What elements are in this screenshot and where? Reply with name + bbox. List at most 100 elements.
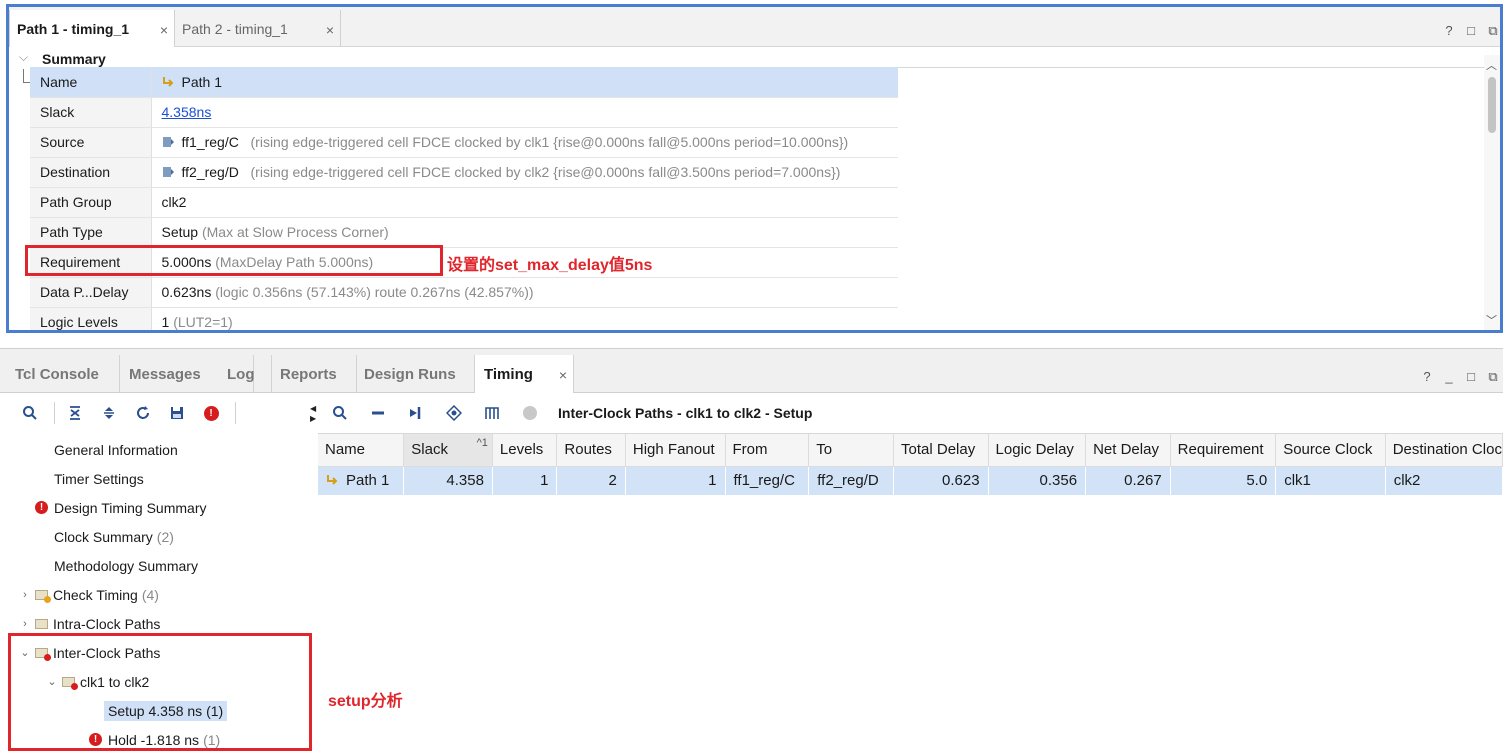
splitter-arrows-icon[interactable]: ◀ ▶ xyxy=(310,404,316,424)
summary-row-source[interactable]: Source ff1_reg/C (rising edge-triggered … xyxy=(30,127,898,158)
maximize-icon[interactable]: □ xyxy=(1464,369,1478,385)
cell-to: ff2_reg/D xyxy=(808,466,895,495)
col-from[interactable]: From xyxy=(725,434,810,467)
col-routes[interactable]: Routes xyxy=(556,434,626,467)
collapse-all-icon[interactable] xyxy=(61,399,89,427)
grid-title: Inter-Clock Paths - clk1 to clk2 - Setup xyxy=(558,405,813,421)
collapse-icon[interactable] xyxy=(364,399,392,427)
path-icon xyxy=(162,76,173,87)
tab-label: Path 1 - timing_1 xyxy=(17,20,130,37)
error-filter-icon[interactable]: ! xyxy=(197,399,225,427)
cell-slack: 4.358 xyxy=(403,466,493,495)
chevron-right-icon[interactable]: › xyxy=(18,589,32,601)
summary-row-destination[interactable]: Destination ff2_reg/D (rising edge-trigg… xyxy=(30,157,898,188)
summary-heading: Summary xyxy=(42,51,106,67)
save-icon[interactable] xyxy=(163,399,191,427)
chevron-right-icon[interactable]: › xyxy=(18,618,32,630)
summary-row-data-path-delay[interactable]: Data P...Delay 0.623ns (logic 0.356ns (5… xyxy=(30,277,898,308)
folder-icon xyxy=(62,676,78,690)
col-name[interactable]: Name xyxy=(318,434,405,467)
chevron-down-icon[interactable]: ⌄ xyxy=(45,675,59,688)
summary-key: Data P...Delay xyxy=(30,277,152,308)
close-icon[interactable]: × xyxy=(559,367,567,383)
chevron-down-icon[interactable]: ⌄ xyxy=(18,646,32,659)
col-slack[interactable]: Slack ^1 xyxy=(403,434,493,467)
summary-key: Name xyxy=(30,67,152,98)
scroll-thumb[interactable] xyxy=(1488,77,1496,133)
tab-timing[interactable]: Timing × xyxy=(474,355,574,393)
tab-path-1[interactable]: Path 1 - timing_1 × xyxy=(9,10,175,47)
schematic-icon[interactable] xyxy=(440,399,468,427)
tab-design-runs[interactable]: Design Runs xyxy=(355,355,475,393)
summary-row-path-group[interactable]: Path Group clk2 xyxy=(30,187,898,218)
summary-detail: (LUT2=1) xyxy=(173,314,233,330)
nav-general-information[interactable]: General Information xyxy=(10,435,310,464)
col-high-fanout[interactable]: High Fanout xyxy=(625,434,726,467)
summary-row-path-type[interactable]: Path Type Setup (Max at Slow Process Cor… xyxy=(30,217,898,248)
cell-net-delay: 0.267 xyxy=(1085,466,1171,495)
summary-value: clk2 xyxy=(161,194,187,210)
col-to[interactable]: To xyxy=(808,434,895,467)
scroll-up-icon[interactable]: ︿ xyxy=(1486,57,1497,73)
col-logic-delay[interactable]: Logic Delay xyxy=(988,434,1087,467)
help-icon[interactable]: ? xyxy=(1420,369,1434,385)
summary-key: Path Type xyxy=(30,217,152,248)
col-source-clock[interactable]: Source Clock xyxy=(1275,434,1386,467)
summary-row-slack[interactable]: Slack 4.358ns xyxy=(30,97,898,128)
search-icon[interactable] xyxy=(326,399,354,427)
float-icon[interactable]: ⧉ xyxy=(1486,369,1500,385)
scroll-down-icon[interactable]: ﹀ xyxy=(1486,312,1497,328)
summary-table: Name Path 1 Slack 4.358ns Source ff1_reg… xyxy=(30,67,898,330)
col-levels[interactable]: Levels xyxy=(492,434,558,467)
chevron-down-icon[interactable]: ⌵ xyxy=(19,50,28,65)
expand-all-icon[interactable] xyxy=(95,399,123,427)
summary-value: ff2_reg/D xyxy=(181,164,239,180)
next-path-icon[interactable] xyxy=(402,399,430,427)
nav-inter-clock-paths[interactable]: ⌄ Inter-Clock Paths xyxy=(10,638,310,667)
cell-from: ff1_reg/C xyxy=(725,466,810,495)
tab-tcl-console[interactable]: Tcl Console xyxy=(6,355,120,393)
summary-detail: (Max at Slow Process Corner) xyxy=(201,224,389,240)
nav-design-timing-summary[interactable]: ! Design Timing Summary xyxy=(10,493,310,522)
col-total-delay[interactable]: Total Delay xyxy=(893,434,989,467)
waveform-icon[interactable] xyxy=(478,399,506,427)
help-icon[interactable]: ? xyxy=(1442,23,1456,39)
nav-timer-settings[interactable]: Timer Settings xyxy=(10,464,310,493)
summary-row-logic-levels[interactable]: Logic Levels 1 (LUT2=1) xyxy=(30,307,898,330)
col-net-delay[interactable]: Net Delay xyxy=(1085,434,1171,467)
nav-clk1-to-clk2[interactable]: ⌄ clk1 to clk2 xyxy=(10,667,310,696)
close-icon[interactable]: × xyxy=(326,22,334,38)
paths-table: Name Slack ^1 Levels Routes High Fanout F… xyxy=(318,434,1503,495)
paths-grid: Name Slack ^1 Levels Routes High Fanout F… xyxy=(318,433,1503,754)
nav-hold[interactable]: ! Hold -1.818 ns (1) xyxy=(10,725,310,754)
slack-link[interactable]: 4.358ns xyxy=(162,104,212,120)
status-dot-icon xyxy=(516,399,544,427)
nav-methodology-summary[interactable]: Methodology Summary xyxy=(10,551,310,580)
table-row[interactable]: Path 1 4.358 1 2 1 ff1_reg/C ff2_reg/D 0… xyxy=(318,466,1503,495)
tab-label: Path 2 - timing_1 xyxy=(182,20,288,37)
nav-setup[interactable]: Setup 4.358 ns (1) xyxy=(10,696,310,725)
maximize-icon[interactable]: □ xyxy=(1464,23,1478,39)
sort-asc-icon[interactable]: ^1 xyxy=(477,437,488,449)
nav-toolbar: ! xyxy=(0,394,316,432)
summary-value: Path 1 xyxy=(181,73,222,90)
col-destination-clock[interactable]: Destination Cloc xyxy=(1385,434,1503,467)
cell-logic-delay: 0.356 xyxy=(988,466,1087,495)
tab-reports[interactable]: Reports xyxy=(271,355,357,393)
summary-key: Source xyxy=(30,127,152,158)
float-icon[interactable]: ⧉ xyxy=(1486,23,1500,39)
minimize-icon[interactable]: _ xyxy=(1442,369,1456,385)
nav-intra-clock-paths[interactable]: › Intra-Clock Paths xyxy=(10,609,310,638)
vertical-scrollbar[interactable]: ︿ ﹀ xyxy=(1484,55,1500,330)
col-requirement[interactable]: Requirement xyxy=(1170,434,1277,467)
tab-path-2[interactable]: Path 2 - timing_1 × xyxy=(175,10,341,47)
search-icon[interactable] xyxy=(16,399,44,427)
close-icon[interactable]: × xyxy=(160,22,168,38)
cell-destination-clock: clk2 xyxy=(1385,466,1503,495)
tab-log[interactable]: Log xyxy=(218,355,272,393)
refresh-icon[interactable] xyxy=(129,399,157,427)
summary-row-name[interactable]: Name Path 1 xyxy=(30,67,898,98)
path-icon xyxy=(327,475,338,485)
nav-clock-summary[interactable]: Clock Summary (2) xyxy=(10,522,310,551)
nav-check-timing[interactable]: › Check Timing (4) xyxy=(10,580,310,609)
